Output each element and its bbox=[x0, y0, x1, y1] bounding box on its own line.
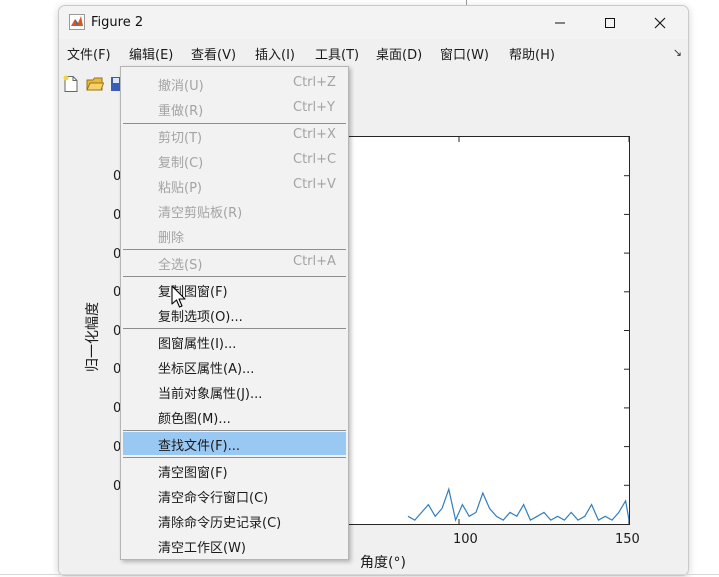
new-figure-icon[interactable] bbox=[62, 75, 80, 93]
bottom-divider bbox=[0, 574, 719, 575]
menu-item-delete[interactable]: 删除 bbox=[123, 224, 346, 247]
minimize-icon bbox=[555, 22, 565, 23]
menu-item-undo[interactable]: 撤消(U) Ctrl+Z bbox=[123, 72, 346, 95]
maximize-button[interactable] bbox=[586, 6, 634, 39]
menu-item-cut[interactable]: 剪切(T) Ctrl+X bbox=[123, 124, 346, 147]
menu-item-label: 重做(R) bbox=[158, 104, 204, 119]
x-tick-label-150: 150 bbox=[615, 532, 640, 547]
menu-item-clear-command-history[interactable]: 清除命令历史记录(C) bbox=[123, 509, 346, 532]
menu-item-label: 清空图窗(F) bbox=[158, 466, 228, 481]
menu-bar: 文件(F) 编辑(E) 查看(V) 插入(I) 工具(T) 桌面(D) 窗口(W… bbox=[59, 42, 688, 64]
matlab-logo-icon bbox=[69, 14, 85, 30]
menu-view[interactable]: 查看(V) bbox=[191, 44, 236, 63]
menu-item-label: 坐标区属性(A)... bbox=[158, 362, 255, 377]
menu-window[interactable]: 窗口(W) bbox=[440, 44, 489, 63]
menu-item-clear-workspace[interactable]: 清空工作区(W) bbox=[123, 534, 346, 557]
menu-item-clear-command-window[interactable]: 清空命令行窗口(C) bbox=[123, 484, 346, 507]
close-icon bbox=[654, 17, 666, 28]
menu-item-colormap[interactable]: 颜色图(M)... bbox=[123, 405, 346, 428]
minimize-button[interactable] bbox=[536, 6, 584, 39]
menu-help[interactable]: 帮助(H) bbox=[509, 44, 555, 63]
menu-item-label: 复制图窗(F) bbox=[158, 285, 228, 300]
menu-item-shortcut: Ctrl+C bbox=[293, 152, 337, 167]
open-file-icon[interactable] bbox=[86, 75, 104, 93]
title-bar: Figure 2 bbox=[59, 6, 688, 39]
menu-tools[interactable]: 工具(T) bbox=[315, 44, 359, 63]
menu-item-figure-properties[interactable]: 图窗属性(I)... bbox=[123, 330, 346, 353]
menu-item-label: 清空剪贴板(R) bbox=[158, 206, 243, 221]
x-axis-label: 角度(°) bbox=[360, 555, 406, 571]
menu-item-label: 复制(C) bbox=[158, 156, 204, 171]
menu-item-label: 查找文件(F)... bbox=[158, 439, 241, 454]
menu-item-label: 清空命令行窗口(C) bbox=[158, 491, 269, 506]
menu-insert[interactable]: 插入(I) bbox=[255, 44, 295, 63]
menu-desktop[interactable]: 桌面(D) bbox=[376, 44, 422, 63]
menu-item-redo[interactable]: 重做(R) Ctrl+Y bbox=[123, 97, 346, 120]
menu-item-clear-figure[interactable]: 清空图窗(F) bbox=[123, 459, 346, 482]
menu-edit[interactable]: 编辑(E) bbox=[129, 44, 173, 63]
menu-separator bbox=[123, 457, 346, 458]
menu-item-label: 当前对象属性(J)... bbox=[158, 387, 263, 402]
menu-item-current-object-properties[interactable]: 当前对象属性(J)... bbox=[123, 380, 346, 403]
menu-item-clear-clipboard[interactable]: 清空剪贴板(R) bbox=[123, 199, 346, 222]
menu-file[interactable]: 文件(F) bbox=[67, 44, 111, 63]
menu-separator bbox=[123, 249, 346, 250]
menu-item-shortcut: Ctrl+V bbox=[293, 177, 336, 192]
menu-item-paste[interactable]: 粘贴(P) Ctrl+V bbox=[123, 174, 346, 197]
menu-item-label: 删除 bbox=[158, 231, 185, 246]
menu-item-copy-figure[interactable]: 复制图窗(F) bbox=[123, 278, 346, 301]
window-title: Figure 2 bbox=[91, 15, 144, 30]
menu-item-shortcut: Ctrl+X bbox=[293, 127, 336, 142]
menu-item-axes-properties[interactable]: 坐标区属性(A)... bbox=[123, 355, 346, 378]
series-line bbox=[407, 487, 629, 523]
menu-item-find-files[interactable]: 查找文件(F)... bbox=[123, 432, 346, 455]
save-icon[interactable] bbox=[110, 75, 120, 93]
menu-item-label: 清除命令历史记录(C) bbox=[158, 516, 282, 531]
menu-item-copy[interactable]: 复制(C) Ctrl+C bbox=[123, 149, 346, 172]
maximize-icon bbox=[605, 17, 615, 28]
menu-item-shortcut: Ctrl+Z bbox=[293, 75, 336, 90]
menu-item-label: 粘贴(P) bbox=[158, 181, 202, 196]
menu-separator bbox=[123, 276, 346, 277]
menu-separator bbox=[123, 328, 346, 329]
edit-menu-dropdown: 撤消(U) Ctrl+Z 重做(R) Ctrl+Y 剪切(T) Ctrl+X 复… bbox=[120, 66, 349, 560]
mouse-cursor-icon bbox=[171, 285, 186, 308]
menu-item-copy-options[interactable]: 复制选项(O)... bbox=[123, 303, 346, 326]
menu-item-shortcut: Ctrl+Y bbox=[293, 100, 335, 115]
menu-item-label: 图窗属性(I)... bbox=[158, 337, 237, 352]
menu-item-shortcut: Ctrl+A bbox=[293, 254, 336, 269]
close-button[interactable] bbox=[636, 6, 684, 39]
menu-separator bbox=[123, 430, 346, 431]
menu-item-select-all[interactable]: 全选(S) Ctrl+A bbox=[123, 251, 346, 274]
y-axis-label: 归一化幅度 bbox=[85, 302, 101, 372]
menu-item-label: 清空工作区(W) bbox=[158, 541, 246, 556]
x-tick-label-100: 100 bbox=[453, 532, 478, 547]
menu-item-label: 撤消(U) bbox=[158, 79, 204, 94]
menubar-overflow-arrow-icon[interactable]: ↘ bbox=[673, 46, 682, 59]
menu-item-label: 剪切(T) bbox=[158, 131, 203, 146]
menu-item-label: 颜色图(M)... bbox=[158, 412, 231, 427]
menu-item-label: 全选(S) bbox=[158, 258, 203, 273]
